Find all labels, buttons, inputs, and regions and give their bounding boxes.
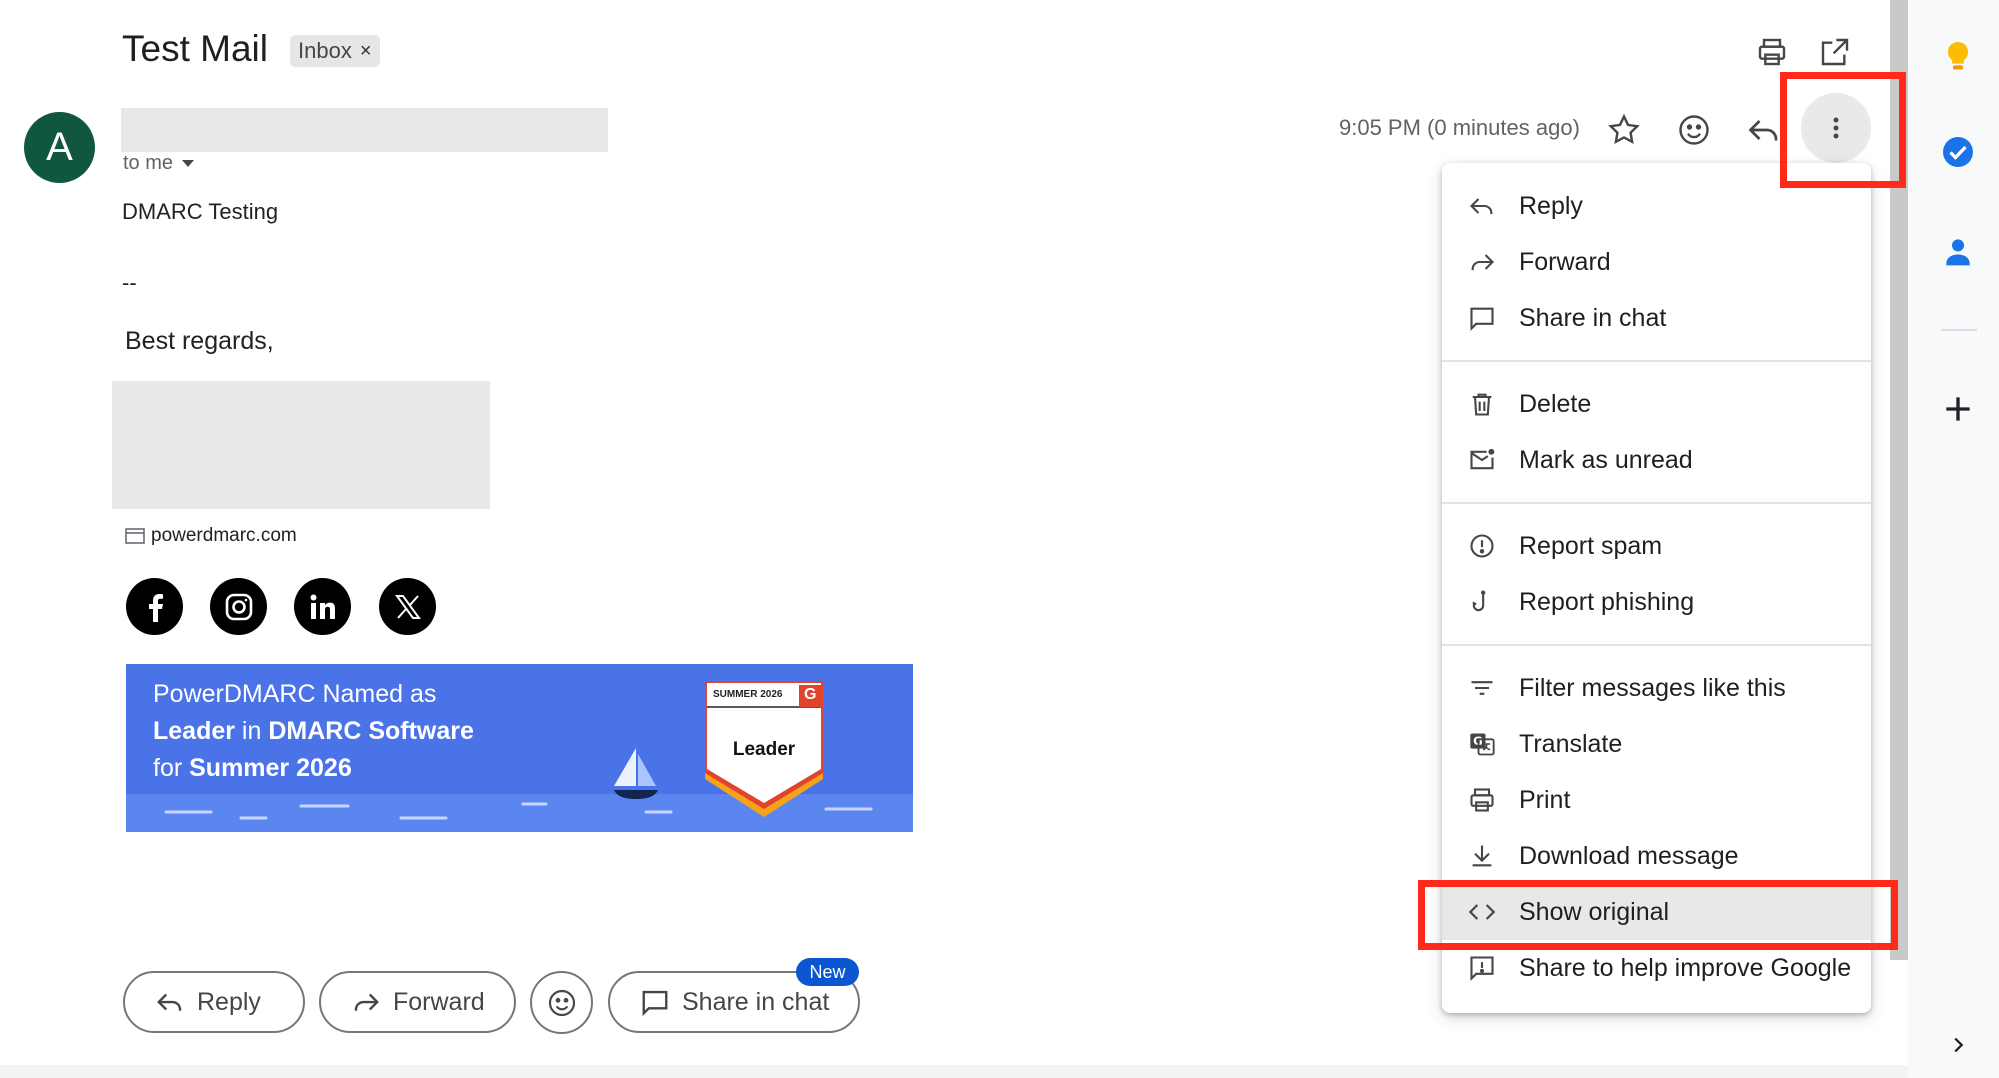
contacts-person-icon[interactable] [1938, 232, 1978, 272]
menu-item-download[interactable]: Download message [1442, 828, 1871, 884]
menu-item-filter[interactable]: Filter messages like this [1442, 660, 1871, 716]
body-text: DMARC Testing [122, 199, 279, 224]
trash-icon [1466, 388, 1498, 420]
spam-icon [1466, 530, 1498, 562]
menu-item-label: Share in chat [1519, 303, 1667, 332]
mark-unread-icon [1466, 444, 1498, 476]
print-icon [1466, 784, 1498, 816]
menu-item-label: Report phishing [1519, 587, 1695, 616]
recipient-text: to me [123, 152, 174, 174]
chat-icon [1466, 302, 1498, 334]
chevron-right-icon[interactable] [1947, 1034, 1969, 1056]
share-label: Share in chat [682, 987, 830, 1016]
keep-bulb-icon[interactable] [1938, 37, 1978, 77]
promo-banner[interactable]: PowerDMARC Named as Leader in DMARC Soft… [126, 664, 913, 832]
email-subject: Test Mail [122, 28, 268, 69]
remove-label-button[interactable]: × [360, 40, 372, 63]
signature-image-redacted [112, 381, 490, 509]
menu-item-label: Download message [1519, 841, 1739, 870]
banner-line-3: for Summer 2026 [153, 754, 352, 782]
chat-icon [642, 990, 668, 1017]
menu-item-label: Delete [1519, 389, 1592, 418]
highlight-more-button [1780, 72, 1906, 188]
menu-item-delete[interactable]: Delete [1442, 376, 1871, 432]
g2-leader-badge: SUMMER 2026 G Leader [703, 679, 825, 819]
reply-icon[interactable] [1746, 112, 1782, 148]
sender-name-redacted [121, 108, 608, 152]
website-text: powerdmarc.com [151, 525, 297, 546]
facebook-icon[interactable] [126, 578, 183, 635]
signature-greeting: Best regards, [125, 327, 274, 355]
linkedin-icon[interactable] [294, 578, 351, 635]
badge-title: Leader [732, 739, 796, 760]
translate-icon: G [1466, 728, 1498, 760]
menu-item-label: Forward [1519, 247, 1611, 276]
reply-icon [157, 993, 182, 1011]
emoji-icon [548, 989, 575, 1016]
reply-button[interactable]: Reply [123, 971, 305, 1033]
side-panel-divider [1941, 329, 1977, 331]
signature-separator: -- [122, 270, 137, 295]
phishing-hook-icon [1466, 586, 1498, 618]
forward-button[interactable]: Forward [319, 971, 516, 1033]
forward-icon [354, 993, 379, 1011]
menu-item-translate[interactable]: G Translate [1442, 716, 1871, 772]
forward-icon [1466, 246, 1498, 278]
menu-item-report-spam[interactable]: Report spam [1442, 518, 1871, 574]
forward-label: Forward [393, 987, 485, 1016]
menu-item-print[interactable]: Print [1442, 772, 1871, 828]
chevron-down-icon [182, 159, 195, 167]
g2-logo-icon: G [804, 686, 817, 703]
x-twitter-icon[interactable] [379, 578, 436, 635]
menu-item-label: Translate [1519, 729, 1623, 758]
bottom-strip [0, 1065, 1908, 1078]
menu-item-share-in-chat[interactable]: Share in chat [1442, 290, 1871, 346]
timestamp: 9:05 PM (0 minutes ago) [1339, 115, 1580, 140]
label-text: Inbox [298, 38, 352, 63]
menu-divider [1442, 360, 1871, 362]
reply-icon [1466, 190, 1498, 222]
menu-item-mark-unread[interactable]: Mark as unread [1442, 432, 1871, 488]
recipient-details[interactable]: to me [123, 152, 195, 175]
menu-item-label: Share to help improve Google [1519, 953, 1852, 982]
menu-item-forward[interactable]: Forward [1442, 234, 1871, 290]
menu-item-label: Filter messages like this [1519, 673, 1786, 702]
sender-avatar[interactable]: A [24, 112, 95, 183]
banner-text: PowerDMARC Named as Leader in DMARC Soft… [153, 676, 474, 787]
menu-item-label: Report spam [1519, 531, 1663, 560]
sailboat-icon [614, 748, 658, 799]
instagram-icon[interactable] [210, 578, 267, 635]
highlight-show-original [1418, 880, 1898, 950]
emoji-reaction-button[interactable] [530, 971, 593, 1034]
open-new-window-icon[interactable] [1819, 36, 1851, 68]
tasks-check-icon[interactable] [1938, 132, 1978, 172]
banner-line-2: Leader in DMARC Software [153, 717, 474, 745]
inbox-label-chip[interactable]: Inbox × [290, 35, 380, 67]
badge-season: SUMMER 2026 [713, 689, 783, 700]
banner-line-1: PowerDMARC Named as [153, 680, 437, 708]
add-icon[interactable] [1938, 389, 1978, 429]
web-icon [125, 528, 145, 544]
menu-item-label: Mark as unread [1519, 445, 1693, 474]
menu-item-report-phishing[interactable]: Report phishing [1442, 574, 1871, 630]
print-all-icon[interactable] [1756, 36, 1788, 68]
emoji-reaction-icon[interactable] [1676, 112, 1712, 148]
menu-divider [1442, 502, 1871, 504]
website-link[interactable]: powerdmarc.com [125, 525, 297, 547]
menu-item-label: Reply [1519, 191, 1583, 220]
reply-label: Reply [197, 987, 261, 1016]
new-badge: New [796, 958, 859, 986]
menu-divider [1442, 644, 1871, 646]
filter-icon [1466, 672, 1498, 704]
menu-item-label: Print [1519, 785, 1571, 814]
feedback-icon [1466, 952, 1498, 984]
star-icon[interactable] [1606, 112, 1642, 148]
download-icon [1466, 840, 1498, 872]
